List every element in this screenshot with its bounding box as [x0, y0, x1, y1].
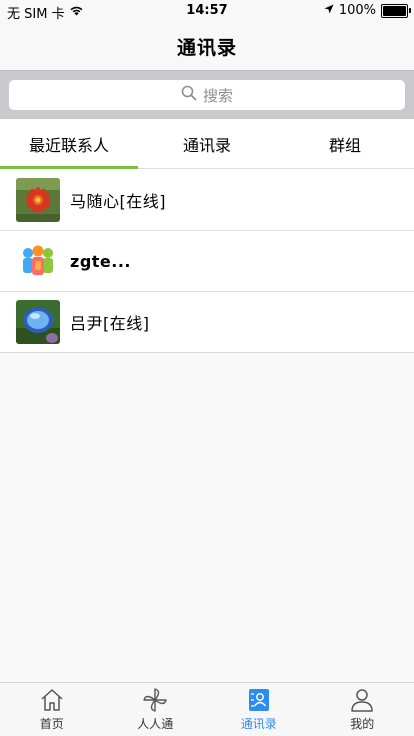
water-drop-avatar: [16, 300, 60, 344]
contacts-book-icon: [245, 687, 273, 713]
tabbar-contacts[interactable]: 通讯录: [207, 683, 311, 736]
search-icon: [181, 85, 197, 105]
tabbar-label: 首页: [39, 717, 64, 731]
status-right: 100%: [324, 3, 411, 18]
tab-recent-contacts[interactable]: 最近联系人: [0, 119, 138, 169]
list-item[interactable]: zgte...: [0, 230, 414, 291]
tabbar-renrentong[interactable]: 人人通: [104, 683, 208, 736]
nav-bar: 通讯录: [0, 22, 414, 70]
tabbar-mine[interactable]: 我的: [311, 683, 414, 736]
bottom-tab-bar: 首页 人人通 通讯录 我的: [0, 682, 414, 736]
battery-percent: 100%: [338, 3, 376, 18]
app-screen: 无 SIM 卡 14:57 100% 通讯录 搜索 最近联系人 通讯录 群组 马…: [0, 0, 414, 736]
status-bar: 无 SIM 卡 14:57 100%: [0, 0, 414, 22]
pinwheel-icon: [141, 687, 169, 713]
home-icon: [38, 687, 66, 713]
search-input[interactable]: 搜索: [9, 80, 405, 110]
contact-list: 马随心[在线] zgte... 吕尹[在线]: [0, 169, 414, 353]
tab-address-book[interactable]: 通讯录: [138, 119, 276, 168]
tabbar-label: 人人通: [137, 717, 174, 731]
list-item[interactable]: 马随心[在线]: [0, 169, 414, 230]
person-icon: [348, 687, 376, 713]
tab-label: 通讯录: [182, 135, 231, 155]
page-title: 通讯录: [176, 36, 237, 59]
list-item[interactable]: 吕尹[在线]: [0, 291, 414, 352]
red-flower-avatar: [16, 177, 60, 222]
search-bar-container: 搜索: [0, 70, 414, 119]
search-placeholder: 搜索: [202, 86, 233, 105]
location-arrow-icon: [324, 3, 334, 18]
contact-name: zgte...: [70, 251, 131, 271]
contact-name: 吕尹[在线]: [70, 314, 150, 333]
colorful-people-avatar: [16, 239, 60, 283]
battery-icon: [381, 3, 411, 18]
tabbar-label: 我的: [350, 717, 375, 731]
segment-tabs: 最近联系人 通讯录 群组: [0, 119, 414, 169]
tabbar-label: 通讯录: [240, 717, 277, 731]
tab-label: 最近联系人: [28, 135, 109, 155]
tab-label: 群组: [328, 135, 361, 155]
tabbar-home[interactable]: 首页: [0, 683, 104, 736]
contact-name: 马随心[在线]: [70, 191, 166, 211]
tab-groups[interactable]: 群组: [276, 119, 414, 168]
